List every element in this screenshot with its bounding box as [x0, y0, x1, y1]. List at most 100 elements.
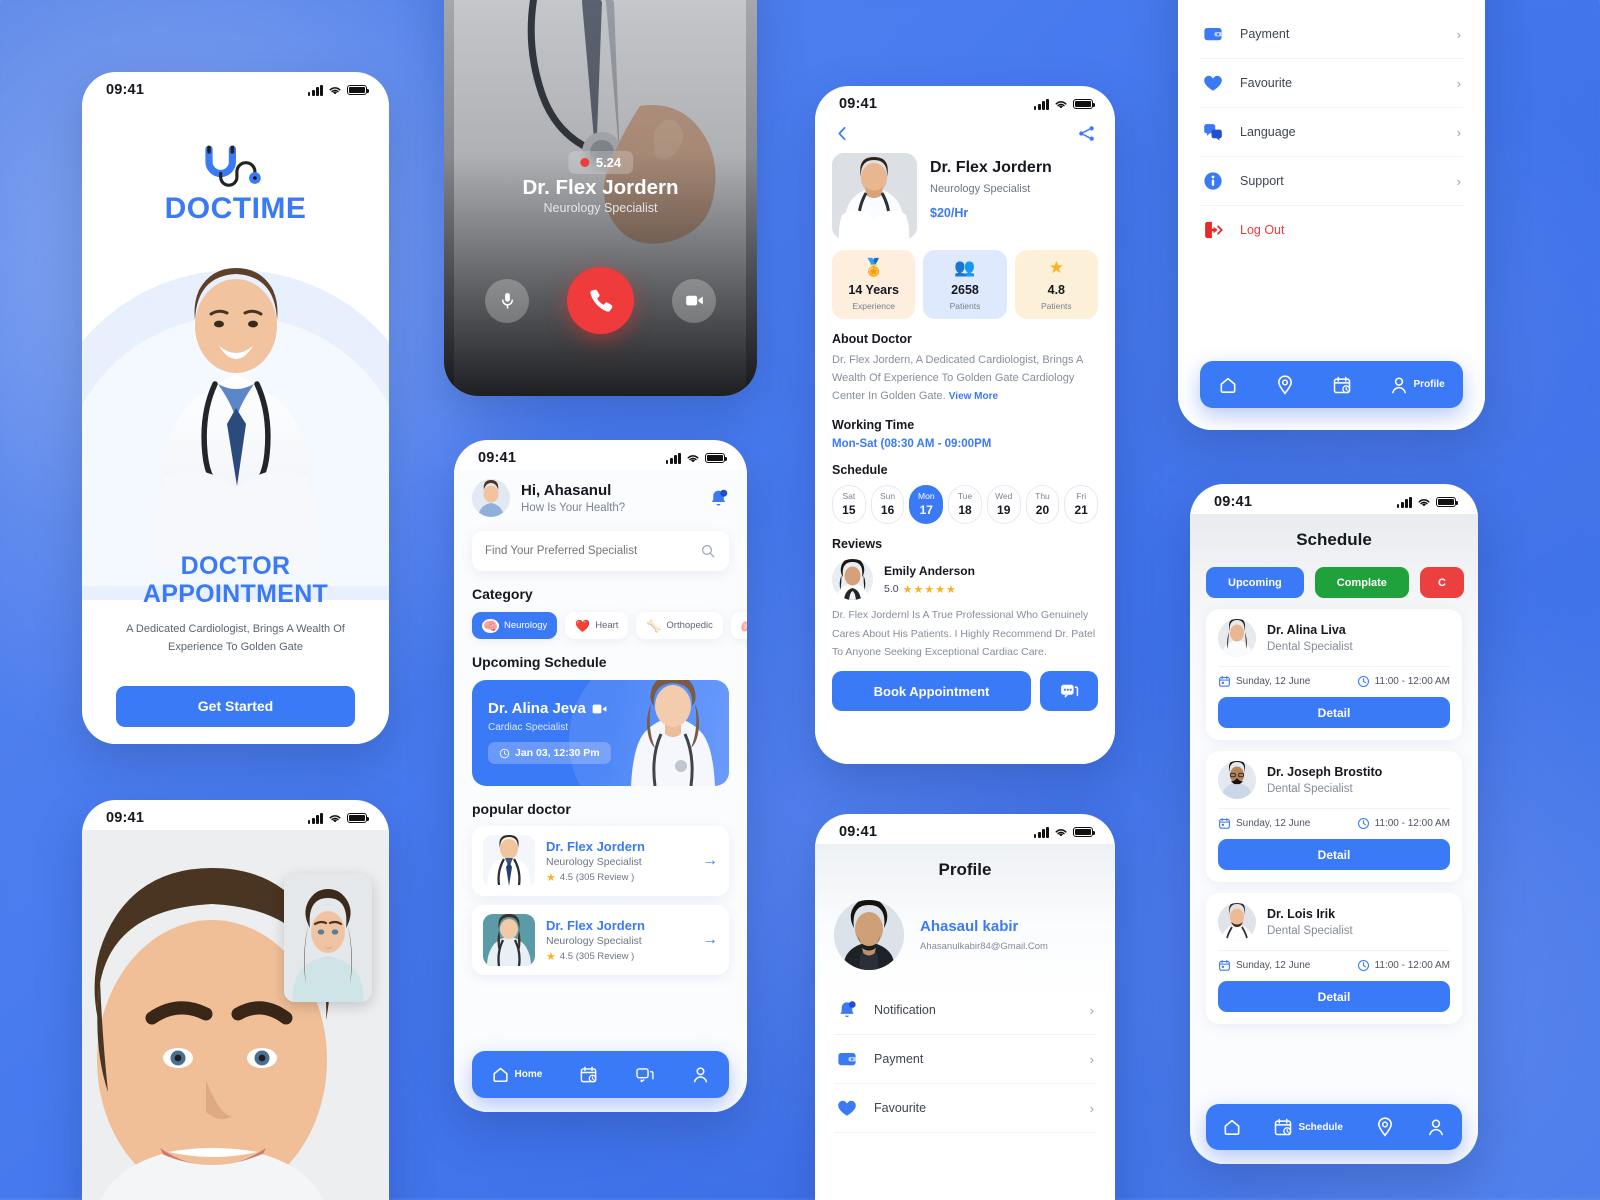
appointment-date: Sunday, 12 June — [1218, 959, 1310, 972]
chevron-right-icon[interactable]: › — [1457, 76, 1461, 91]
chevron-right-icon[interactable]: › — [1457, 27, 1461, 42]
mute-microphone-button[interactable] — [485, 278, 529, 323]
category-chip-neurology[interactable]: 🧠 Neurology — [472, 612, 558, 639]
video-duo-content — [82, 830, 389, 1200]
menu-item-payment[interactable]: Payment › — [834, 1035, 1096, 1084]
location-pin-icon — [1377, 1117, 1392, 1137]
stat-experience: 🏅 14 Years Experience — [832, 250, 916, 319]
call-controls — [444, 267, 757, 334]
share-icon[interactable] — [1077, 124, 1096, 143]
day-option[interactable]: Wed 19 — [986, 485, 1021, 525]
detail-button[interactable]: Detail — [1218, 981, 1450, 1012]
tab-home[interactable]: Home — [491, 1065, 542, 1084]
view-more-link[interactable]: View More — [949, 391, 998, 402]
doctor-photo — [483, 835, 535, 887]
menu-item-label: Payment — [874, 1052, 924, 1066]
doctor-card[interactable]: Dr. Flex Jordern Neurology Specialist ★ … — [472, 826, 729, 896]
tab-upcoming[interactable]: Upcoming — [1206, 567, 1304, 598]
schedule-content: Schedule Upcoming Complate C Dr. Alina L… — [1190, 514, 1478, 1164]
day-name: Wed — [995, 491, 1013, 502]
chevron-right-icon[interactable]: › — [1090, 1101, 1094, 1116]
page-title: Schedule — [1296, 530, 1372, 549]
chevron-right-icon[interactable]: › — [1090, 1003, 1094, 1018]
user-avatar[interactable] — [472, 479, 510, 517]
upcoming-doctor-photo — [631, 680, 715, 786]
arrow-right-icon[interactable]: → — [702, 931, 718, 949]
category-chip-orthopedic[interactable]: 🦴 Orthopedic — [636, 612, 723, 639]
menu-item-payment[interactable]: Payment › — [1200, 10, 1463, 59]
info-icon — [1204, 172, 1222, 190]
menu-item-notification[interactable]: Notification › — [834, 986, 1096, 1035]
doctor-card[interactable]: Dr. Flex Jordern Neurology Specialist ★ … — [472, 905, 729, 975]
upcoming-appointment-card[interactable]: Dr. Alina Jeva Cardiac Specialist Jan 03… — [472, 680, 729, 786]
tab-schedule[interactable] — [1332, 375, 1352, 395]
menu-item-label: Favourite — [874, 1101, 927, 1115]
status-bar: 09:41 — [815, 814, 1115, 844]
self-video-pip[interactable] — [284, 874, 372, 1002]
tab-home[interactable] — [1218, 375, 1238, 395]
call-doctor-name: Dr. Flex Jordern — [522, 176, 679, 199]
day-date: 15 — [842, 503, 856, 518]
search-bar[interactable] — [472, 531, 729, 571]
menu-item-support[interactable]: Support › — [1200, 157, 1463, 206]
tab-cancel[interactable]: C — [1419, 567, 1464, 598]
category-chip-lung[interactable]: 🫁 Lung — [730, 612, 747, 639]
category-chip-heart[interactable]: ❤️ Heart — [565, 612, 629, 639]
bottom-tab-bar: Home — [472, 1051, 729, 1098]
search-icon[interactable] — [700, 543, 716, 559]
wifi-icon — [329, 86, 341, 94]
tab-complete[interactable]: Complate — [1314, 567, 1409, 598]
tab-profile[interactable] — [691, 1065, 710, 1084]
medal-icon: 🏅 — [863, 258, 885, 277]
wifi-icon — [1055, 100, 1067, 108]
chevron-right-icon[interactable]: › — [1457, 174, 1461, 189]
get-started-button[interactable]: Get Started — [116, 685, 355, 727]
user-icon — [1391, 376, 1406, 393]
appointment-doctor: Dr. Lois Irik Dental Specialist — [1218, 903, 1450, 950]
avatar[interactable] — [834, 900, 904, 970]
chat-button[interactable] — [1040, 671, 1098, 712]
search-input[interactable] — [485, 545, 700, 557]
arrow-right-icon[interactable]: → — [702, 852, 718, 870]
day-option[interactable]: Fri 21 — [1064, 485, 1099, 525]
tab-profile[interactable] — [1426, 1117, 1446, 1137]
chevron-right-icon[interactable]: › — [1090, 1052, 1094, 1067]
chevron-right-icon[interactable]: › — [1457, 125, 1461, 140]
book-appointment-button[interactable]: Book Appointment — [832, 671, 1031, 712]
tab-schedule[interactable]: Schedule — [1273, 1117, 1343, 1137]
user-icon — [1429, 1119, 1444, 1136]
tab-location[interactable] — [1275, 374, 1295, 395]
tab-home[interactable] — [1222, 1117, 1242, 1137]
category-chip-label: Heart — [595, 620, 619, 631]
doctor-rating: ★ 4.5 (305 Review ) — [546, 871, 645, 884]
detail-button[interactable]: Detail — [1218, 839, 1450, 870]
tab-schedule[interactable] — [579, 1065, 598, 1084]
tab-profile[interactable]: Profile — [1389, 375, 1445, 395]
notification-button[interactable] — [708, 488, 729, 509]
day-option[interactable]: Thu 20 — [1025, 485, 1060, 525]
day-option[interactable]: Sat 15 — [832, 485, 866, 525]
chevron-left-icon[interactable] — [834, 125, 851, 142]
menu-item-logout[interactable]: Log Out — [1200, 206, 1463, 254]
detail-button[interactable]: Detail — [1218, 697, 1450, 728]
menu-item-favourite[interactable]: Favourite › — [1200, 59, 1463, 108]
tab-location[interactable] — [1375, 1117, 1395, 1137]
tab-chat[interactable] — [635, 1065, 654, 1084]
menu-item-label: Favourite — [1240, 76, 1293, 90]
appointment-card: Dr. Joseph Brostito Dental Specialist Su… — [1206, 751, 1462, 882]
avatar — [1218, 619, 1256, 657]
day-option-selected[interactable]: Mon 17 — [909, 485, 944, 525]
toggle-video-button[interactable] — [672, 278, 716, 323]
wifi-icon — [1055, 828, 1067, 836]
greeting-row: Hi, Ahasanul How Is Your Health? — [472, 470, 729, 517]
day-option[interactable]: Sun 16 — [870, 485, 905, 525]
schedule-filter-tabs: Upcoming Complate C — [1206, 567, 1464, 598]
menu-item-favourite[interactable]: Favourite › — [834, 1084, 1096, 1133]
doctor-photo — [832, 153, 917, 239]
menu-item-language[interactable]: Language › — [1200, 108, 1463, 157]
day-option[interactable]: Tue 18 — [948, 485, 982, 525]
doctor-photo — [1218, 903, 1256, 941]
review-header: Emily Anderson 5.0 ★★★★★ — [832, 559, 1098, 601]
battery-icon — [705, 452, 728, 464]
end-call-button[interactable] — [567, 267, 634, 334]
